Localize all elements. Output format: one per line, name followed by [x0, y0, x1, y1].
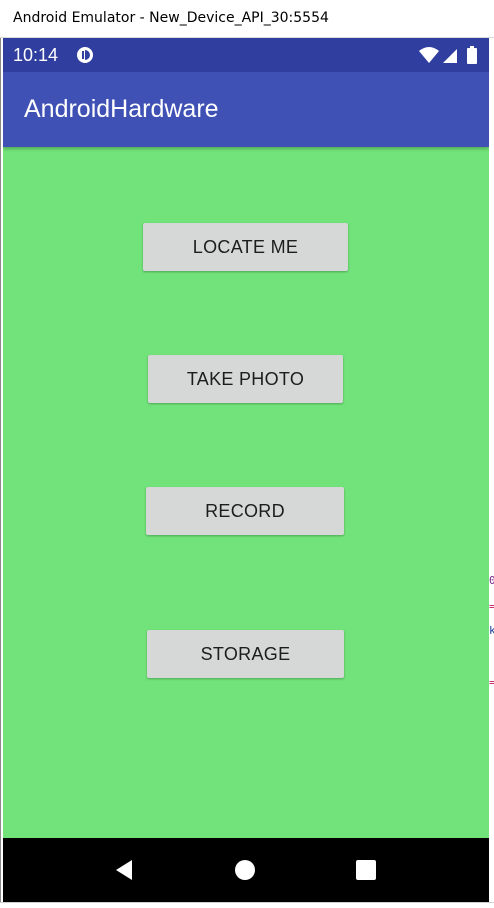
- take-photo-button[interactable]: TAKE PHOTO: [148, 355, 343, 403]
- back-icon[interactable]: [108, 854, 140, 886]
- battery-icon: [467, 46, 477, 64]
- storage-button[interactable]: STORAGE: [147, 630, 344, 678]
- device-screen: 10:14 AndroidHardware LOCATE ME TAKE PHO…: [3, 38, 489, 902]
- status-time: 10:14: [13, 45, 59, 65]
- app-bar: AndroidHardware: [3, 72, 489, 147]
- signal-icon: [443, 49, 457, 63]
- status-bar: 10:14: [3, 38, 489, 72]
- background-window-glyph: =: [489, 600, 494, 613]
- recents-icon[interactable]: [350, 854, 382, 886]
- app-title: AndroidHardware: [24, 95, 219, 123]
- emulator-window-title: Android Emulator - New_Device_API_30:555…: [13, 10, 329, 26]
- record-button[interactable]: RECORD: [146, 487, 344, 535]
- background-window-glyph: 0: [489, 574, 494, 587]
- background-window-glyph: k: [489, 624, 494, 637]
- home-icon[interactable]: [229, 854, 261, 886]
- status-icons: [419, 46, 477, 64]
- main-content: LOCATE ME TAKE PHOTO RECORD STORAGE: [3, 147, 489, 838]
- wifi-icon: [419, 47, 439, 63]
- locate-me-button[interactable]: LOCATE ME: [143, 223, 348, 271]
- window-frame-bottom: [0, 902, 494, 908]
- app-notification-icon: [77, 47, 93, 63]
- window-frame-right: 0 = k =: [489, 38, 494, 904]
- emulator-title-bar[interactable]: Android Emulator - New_Device_API_30:555…: [0, 0, 494, 38]
- navigation-bar: [3, 838, 489, 902]
- background-window-glyph: =: [489, 676, 494, 689]
